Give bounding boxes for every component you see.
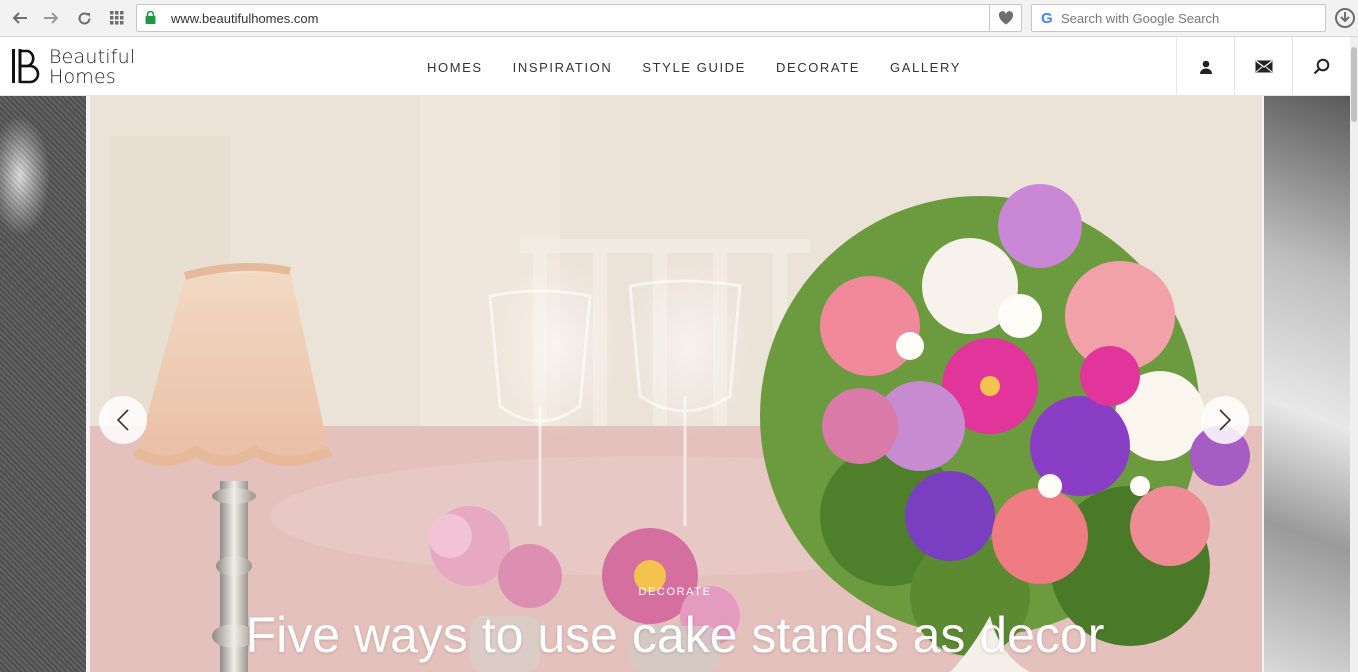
site-header: Beautiful Homes HOMES INSPIRATION STYLE … [0, 37, 1350, 96]
back-icon[interactable] [9, 8, 31, 28]
reload-icon[interactable] [73, 8, 95, 28]
apps-icon[interactable] [106, 8, 128, 28]
mail-icon[interactable] [1234, 37, 1292, 96]
main-nav: HOMES INSPIRATION STYLE GUIDE DECORATE G… [427, 60, 991, 75]
carousel-prev-button[interactable] [99, 396, 147, 444]
heart-icon[interactable] [989, 5, 1021, 31]
nav-item-decorate[interactable]: DECORATE [776, 60, 860, 75]
logo-mark [12, 49, 40, 84]
search-placeholder: Search with Google Search [1061, 11, 1220, 26]
slide-title[interactable]: Five ways to use cake stands as decor [0, 606, 1350, 664]
nav-item-inspiration[interactable]: INSPIRATION [513, 60, 613, 75]
scrollbar-thumb[interactable] [1351, 47, 1357, 122]
nav-item-style-guide[interactable]: STYLE GUIDE [642, 60, 746, 75]
logo-line-1: Beautiful [49, 46, 136, 68]
header-actions [1176, 37, 1350, 96]
lock-icon [145, 11, 156, 24]
google-search-box[interactable]: G Search with Google Search [1031, 4, 1326, 32]
forward-icon[interactable] [40, 8, 62, 28]
site-logo[interactable]: Beautiful Homes [10, 47, 140, 87]
nav-item-homes[interactable]: HOMES [427, 60, 483, 75]
page-scrollbar[interactable] [1350, 37, 1358, 672]
download-icon[interactable] [1334, 7, 1356, 29]
address-bar[interactable]: www.beautifulhomes.com [136, 4, 1022, 32]
nav-item-gallery[interactable]: GALLERY [890, 60, 961, 75]
slide-category[interactable]: DECORATE [0, 586, 1350, 598]
carousel-next-button[interactable] [1201, 396, 1249, 444]
chevron-left-icon [116, 409, 129, 431]
google-icon: G [1041, 10, 1053, 27]
user-icon[interactable] [1176, 37, 1234, 96]
logo-wordmark: Beautiful Homes [49, 47, 135, 87]
logo-line-2: Homes [49, 66, 117, 88]
search-icon[interactable] [1292, 37, 1350, 96]
browser-toolbar: www.beautifulhomes.com G Search with Goo… [0, 0, 1358, 37]
hero-carousel: DECORATE Five ways to use cake stands as… [0, 96, 1350, 672]
address-url[interactable]: www.beautifulhomes.com [171, 11, 318, 26]
chevron-right-icon [1219, 409, 1232, 431]
